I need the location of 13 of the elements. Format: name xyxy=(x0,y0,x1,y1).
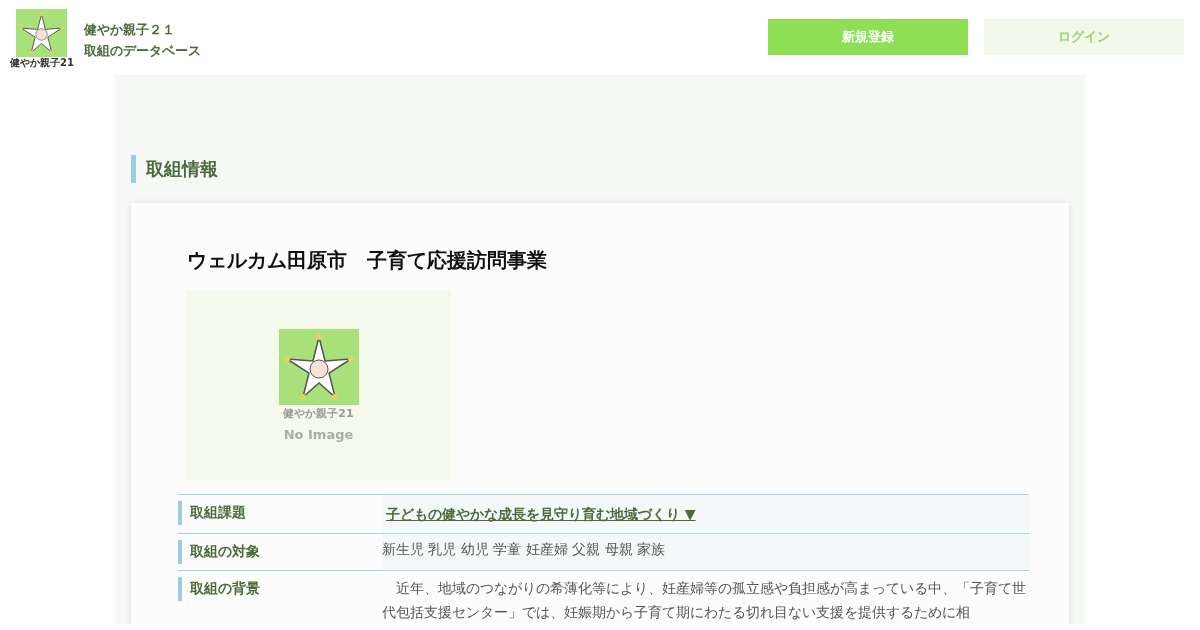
card-title: ウェルカム田原市 子育て応援訪問事業 xyxy=(187,247,548,274)
logo-text: 健やか親子21 xyxy=(10,57,74,69)
mascot-icon xyxy=(278,328,359,405)
row-value: 新生児 乳児 幼児 学童 妊産婦 父親 母親 家族 xyxy=(382,541,666,557)
site-title: 健やか親子２１ xyxy=(83,20,176,39)
site-subtitle: 取組のデータベース xyxy=(83,41,201,60)
row-label: 取組の背景 xyxy=(178,577,382,601)
site-logo[interactable]: 健やか親子21 xyxy=(10,9,74,71)
row-paragraph: 近年、地域のつながりの希薄化等により、妊産婦等の孤立感や負担感が高まっている中、「子育て世代包括支援センター」では、妊娠期から子育て期にわたる切れ目ない支援を提供するために相 xyxy=(382,579,1027,622)
section-title: 取組情報 xyxy=(131,155,1069,183)
no-image-text: No Image xyxy=(283,426,354,442)
logo-text: 健やか親子21 xyxy=(283,405,354,421)
mascot-icon xyxy=(16,9,68,58)
